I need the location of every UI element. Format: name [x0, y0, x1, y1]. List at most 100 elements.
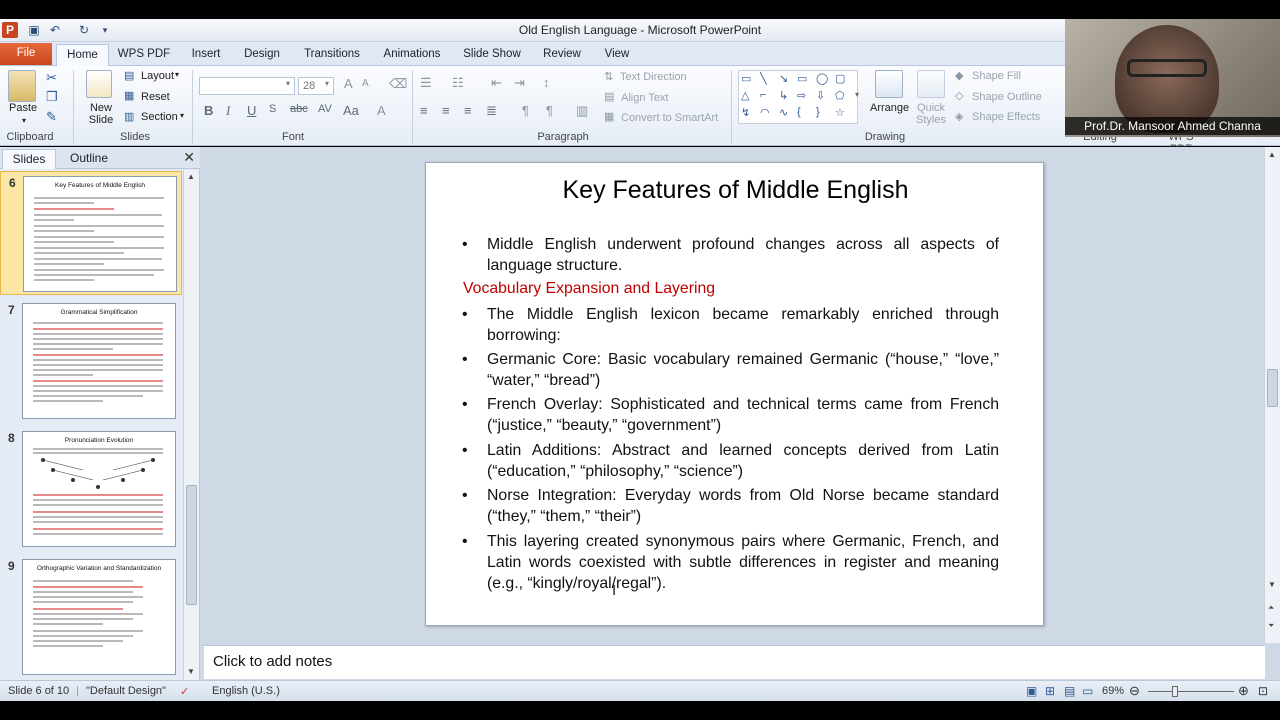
tab-animations[interactable]: Animations [379, 44, 445, 66]
triangle-shape-icon[interactable]: △ [741, 89, 749, 102]
font-name-combobox[interactable] [199, 77, 295, 95]
change-case-icon[interactable]: Aa [343, 103, 359, 118]
slide-canvas[interactable]: Key Features of Middle English • Middle … [425, 162, 1044, 626]
quick-styles-button[interactable]: Quick Styles [912, 102, 950, 126]
slide-thumbnail-7[interactable]: 7 Grammatical Simplification [0, 299, 182, 423]
layout-dropdown-icon[interactable]: ▾ [175, 70, 179, 79]
zoom-slider-thumb[interactable] [1172, 686, 1178, 697]
shapes-gallery[interactable]: ▭ ╲ ↘ ▭ ◯ ▢ △ ⌐ ↳ ⇨ ⇩ ⬠ ↯ ◠ ∿ { } ☆ [738, 70, 858, 124]
slide-thumbnail-9[interactable]: 9 Orthographic Variation and Standardiza… [0, 555, 182, 679]
numbering-icon[interactable]: ☷ [452, 75, 464, 91]
tab-file[interactable]: File [0, 43, 52, 65]
reading-view-icon[interactable]: ▤ [1064, 684, 1075, 698]
slide-bullet[interactable]: The Middle English lexicon became remark… [487, 304, 999, 346]
zoom-out-icon[interactable]: ⊖ [1129, 683, 1140, 699]
scroll-thumb[interactable] [186, 485, 197, 605]
spell-check-icon[interactable]: ✓ [180, 685, 189, 698]
rounded-rect-shape-icon[interactable]: ▢ [835, 72, 845, 85]
arrow-shape-icon[interactable]: ↘ [779, 72, 788, 85]
arc-shape-icon[interactable]: ◠ [760, 106, 770, 119]
columns-icon[interactable]: ▥ [576, 103, 588, 119]
slide-thumbnail-6[interactable]: 6 Key Features of Middle English [0, 171, 182, 295]
tab-view[interactable]: View [598, 44, 636, 66]
tab-outline[interactable]: Outline [60, 149, 118, 169]
slide-title[interactable]: Key Features of Middle English [426, 176, 1045, 205]
tab-review[interactable]: Review [537, 44, 587, 66]
bold-icon[interactable]: B [204, 103, 213, 118]
zoom-in-icon[interactable]: ⊕ [1238, 683, 1249, 699]
strikethrough-icon[interactable]: abc [290, 103, 308, 115]
slideshow-icon[interactable]: ▭ [1082, 684, 1093, 698]
tab-slides[interactable]: Slides [2, 149, 56, 169]
left-to-right-icon[interactable]: ¶ [522, 103, 529, 118]
character-spacing-icon[interactable]: AV [318, 103, 332, 115]
italic-icon[interactable]: I [226, 103, 230, 119]
freeform-shape-icon[interactable]: ↯ [741, 106, 750, 119]
convert-smartart-button[interactable]: Convert to SmartArt [621, 112, 718, 124]
right-arrow-shape-icon[interactable]: ⇨ [797, 89, 806, 102]
arrange-button[interactable]: Arrange [870, 102, 909, 114]
paste-icon[interactable] [8, 70, 36, 102]
curved-connector-icon[interactable]: ↳ [779, 89, 788, 102]
new-slide-button[interactable]: New Slide [80, 102, 122, 126]
font-name-dropdown-icon[interactable]: ▾ [286, 79, 290, 88]
line-shape-icon[interactable]: ╲ [760, 72, 767, 85]
section-button[interactable]: Section [141, 111, 178, 123]
slide-sorter-icon[interactable]: ⊞ [1045, 684, 1055, 698]
slide-thumbnail-8[interactable]: 8 Pronunciation Evolution [0, 427, 182, 551]
scroll-up-icon[interactable]: ▲ [187, 172, 195, 181]
text-direction-button[interactable]: Text Direction [620, 71, 687, 83]
cut-icon[interactable]: ✂ [46, 70, 57, 86]
underline-icon[interactable]: U [247, 103, 256, 118]
shrink-font-icon[interactable]: A [362, 78, 369, 89]
next-slide-icon[interactable]: ⏷ [1268, 621, 1274, 631]
theme-name[interactable]: "Default Design" [86, 685, 166, 697]
clear-formatting-icon[interactable]: ⌫ [389, 76, 407, 92]
reset-button[interactable]: Reset [141, 91, 170, 103]
pentagon-shape-icon[interactable]: ⬠ [835, 89, 845, 102]
decrease-indent-icon[interactable]: ⇤ [491, 75, 502, 91]
copy-icon[interactable]: ❐ [46, 89, 58, 105]
slide-scrollbar[interactable]: ▲ ▼ ⏶ ⏷ [1264, 147, 1280, 643]
tab-wps-pdf[interactable]: WPS PDF [116, 44, 172, 66]
tab-insert[interactable]: Insert [184, 44, 228, 66]
align-text-button[interactable]: Align Text [621, 92, 669, 104]
right-brace-shape-icon[interactable]: } [816, 106, 820, 118]
new-slide-icon[interactable] [86, 70, 112, 98]
previous-slide-icon[interactable]: ⏶ [1268, 603, 1274, 613]
font-size-dropdown-icon[interactable]: ▾ [325, 79, 329, 88]
language[interactable]: English (U.S.) [212, 685, 280, 697]
tab-design[interactable]: Design [238, 44, 286, 66]
line-spacing-icon[interactable]: ↕ [543, 75, 550, 90]
shadow-icon[interactable]: S [269, 103, 276, 115]
shape-effects-button[interactable]: Shape Effects [972, 111, 1040, 123]
bullets-icon[interactable]: ☰ [420, 75, 432, 91]
align-center-icon[interactable]: ≡ [442, 103, 450, 118]
rectangle-shape-icon[interactable]: ▭ [797, 72, 807, 85]
left-brace-shape-icon[interactable]: { [797, 106, 801, 118]
textbox-shape-icon[interactable]: ▭ [741, 72, 751, 85]
normal-view-icon[interactable]: ▣ [1026, 684, 1037, 698]
down-arrow-shape-icon[interactable]: ⇩ [816, 89, 825, 102]
scroll-down-icon[interactable]: ▼ [187, 667, 195, 676]
notes-placeholder[interactable]: Click to add notes [213, 653, 332, 670]
scroll-down-icon[interactable]: ▼ [1268, 580, 1276, 589]
align-left-icon[interactable]: ≡ [420, 103, 428, 118]
slide-subheading[interactable]: Vocabulary Expansion and Layering [463, 280, 715, 298]
tab-slide-show[interactable]: Slide Show [458, 44, 526, 66]
section-dropdown-icon[interactable]: ▾ [180, 111, 184, 120]
star-shape-icon[interactable]: ☆ [835, 106, 845, 119]
quick-styles-icon[interactable] [917, 70, 945, 98]
slide-bullet[interactable]: This layering created synonymous pairs w… [487, 531, 999, 594]
notes-pane[interactable]: Click to add notes [204, 645, 1265, 679]
justify-icon[interactable]: ≣ [486, 103, 497, 119]
fit-slide-icon[interactable]: ⊡ [1258, 684, 1268, 698]
shape-fill-button[interactable]: Shape Fill [972, 70, 1021, 82]
arrange-icon[interactable] [875, 70, 903, 98]
slide-bullet[interactable]: French Overlay: Sophisticated and techni… [487, 394, 999, 436]
zoom-slider[interactable] [1148, 691, 1234, 692]
curve-shape-icon[interactable]: ∿ [779, 106, 788, 119]
grow-font-icon[interactable]: A [344, 76, 353, 91]
layout-button[interactable]: Layout [141, 70, 174, 82]
scroll-up-icon[interactable]: ▲ [1268, 150, 1276, 159]
